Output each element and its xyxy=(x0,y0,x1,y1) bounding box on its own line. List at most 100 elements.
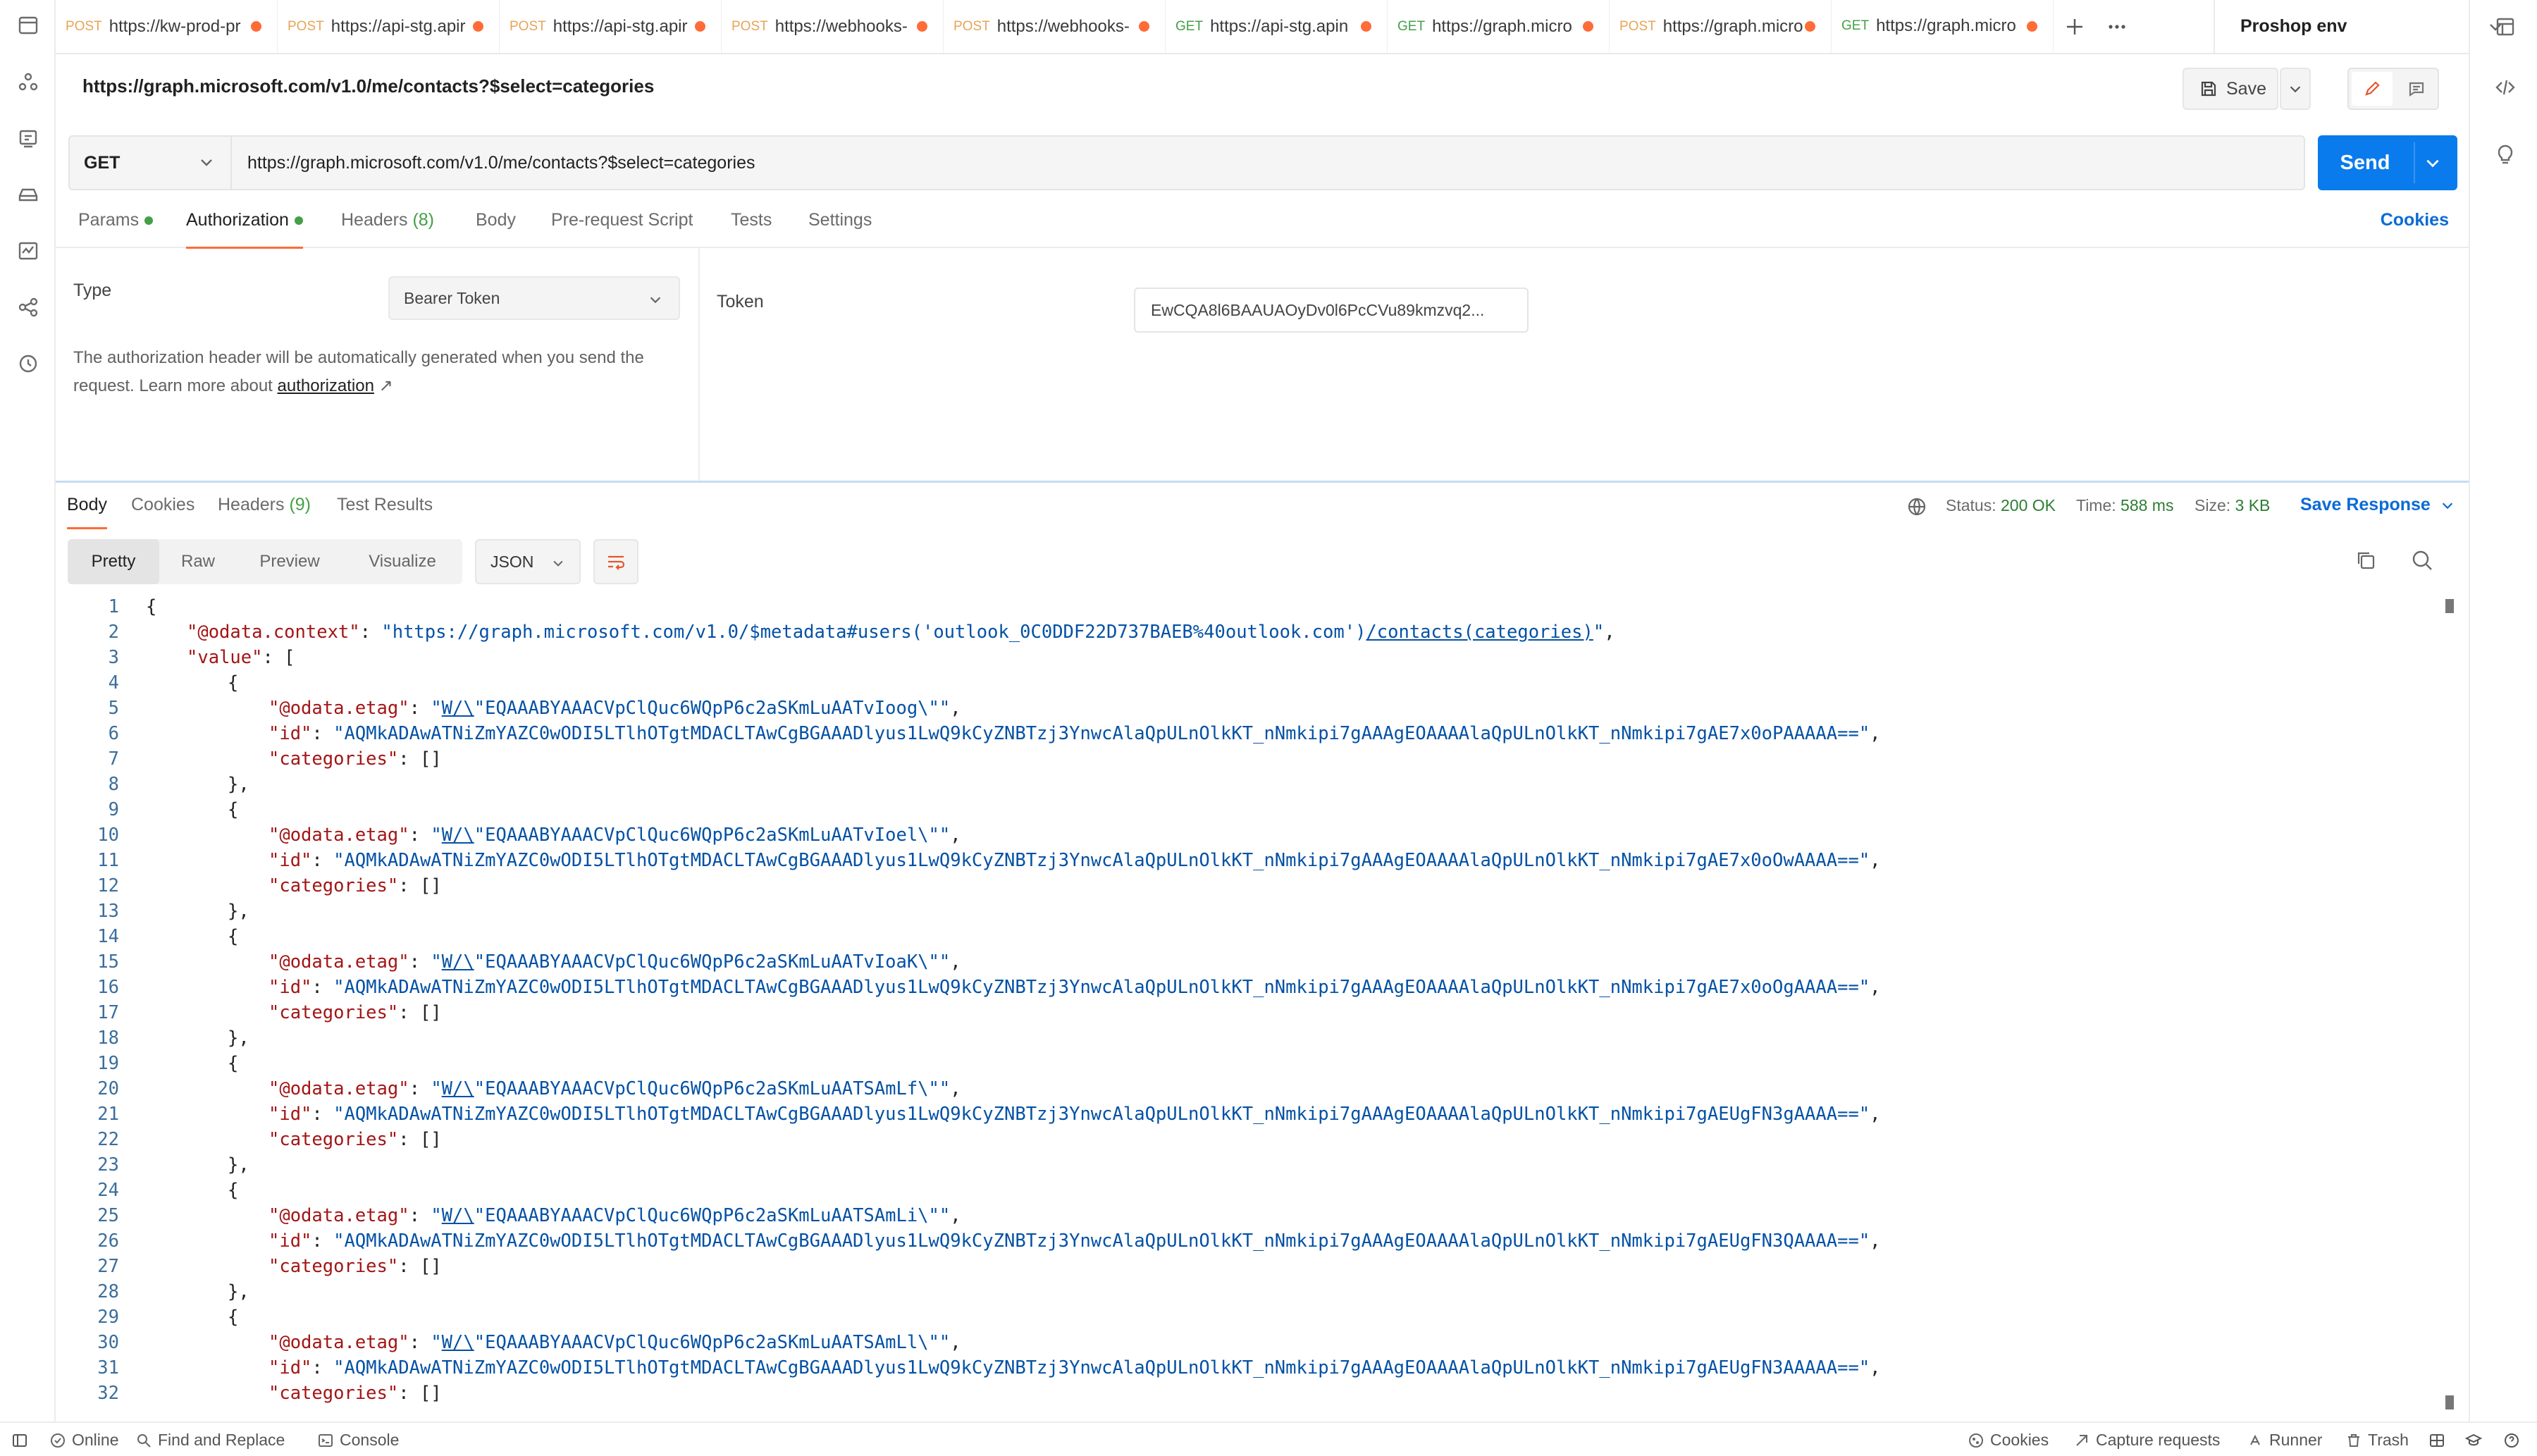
request-tab[interactable]: POST https://webhooks- xyxy=(722,0,944,53)
request-tab[interactable]: POST https://api-stg.apir xyxy=(278,0,500,53)
help-icon[interactable] xyxy=(2503,1432,2520,1449)
json-link[interactable]: W/\ xyxy=(442,698,474,719)
cookies-button[interactable]: Cookies xyxy=(1968,1431,2049,1450)
code-text: }, xyxy=(228,1028,249,1049)
tab-headers[interactable]: Headers (8) xyxy=(341,210,434,230)
auth-help-text: The authorization header will be automat… xyxy=(73,344,679,400)
format-raw[interactable]: Raw xyxy=(159,539,237,584)
search-icon[interactable] xyxy=(2410,548,2434,572)
tab-url: https://graph.micros xyxy=(1876,16,2018,35)
request-tab[interactable]: POST https://kw-prod-pr xyxy=(56,0,278,53)
code-line: 19 { xyxy=(56,1053,2452,1078)
send-button[interactable]: Send xyxy=(2318,135,2457,190)
tab-body[interactable]: Body xyxy=(476,210,516,230)
format-pretty[interactable]: Pretty xyxy=(68,539,159,584)
json-link[interactable]: W/\ xyxy=(442,951,474,973)
method-select[interactable]: GET xyxy=(70,137,232,189)
layout-toggle-icon[interactable] xyxy=(2428,1432,2445,1449)
json-punctuation: , xyxy=(1604,622,1615,643)
code-scrollbar[interactable] xyxy=(2445,596,2454,1414)
code-text: "@odata.etag": "W/\"EQAAABYAAACVpClQuc6W… xyxy=(268,1332,961,1353)
request-title[interactable]: https://graph.microsoft.com/v1.0/me/cont… xyxy=(82,75,654,97)
request-tab[interactable]: POST https://webhooks- xyxy=(944,0,1166,53)
bootcamp-icon[interactable] xyxy=(2465,1432,2482,1449)
json-key: "id" xyxy=(268,1104,312,1125)
comments-button[interactable] xyxy=(2397,72,2436,106)
save-button[interactable]: Save xyxy=(2183,68,2278,110)
tab-label: Headers xyxy=(341,210,408,230)
format-visualize[interactable]: Visualize xyxy=(342,539,462,584)
save-options-button[interactable] xyxy=(2280,68,2311,110)
json-key: "@odata.context" xyxy=(187,622,360,643)
cookies-link[interactable]: Cookies xyxy=(2381,210,2449,230)
copy-icon[interactable] xyxy=(2354,548,2378,572)
json-link[interactable]: W/\ xyxy=(442,1205,474,1226)
code-text: { xyxy=(228,1307,238,1328)
line-number: 21 xyxy=(97,1104,119,1125)
send-divider xyxy=(2414,142,2415,183)
request-tab[interactable]: GET https://api-stg.apin xyxy=(1166,0,1388,53)
save-response-button[interactable]: Save Response xyxy=(2300,495,2455,515)
request-tab-active[interactable]: GET https://graph.micros xyxy=(1832,0,2054,53)
request-tab[interactable]: GET https://graph.micros xyxy=(1388,0,1610,53)
request-tab[interactable]: POST https://graph.micro xyxy=(1610,0,1832,53)
authorization-docs-link[interactable]: authorization xyxy=(278,376,374,395)
json-punctuation: : [] xyxy=(398,875,442,896)
json-link[interactable]: W/\ xyxy=(442,1078,474,1099)
request-tab[interactable]: POST https://api-stg.apir xyxy=(500,0,722,53)
format-preview[interactable]: Preview xyxy=(237,539,342,584)
status-value[interactable]: 200 OK xyxy=(2001,496,2056,514)
token-input[interactable]: EwCQA8l6BAAUAOyDv0l6PcCVu89kmzvq2... xyxy=(1134,288,1529,333)
runner-button[interactable]: Runner xyxy=(2247,1431,2322,1450)
wrap-lines-button[interactable] xyxy=(593,539,638,584)
response-tab-body[interactable]: Body xyxy=(67,495,107,529)
url-input[interactable]: https://graph.microsoft.com/v1.0/me/cont… xyxy=(247,137,755,189)
response-body-code[interactable]: 1{2 "@odata.context": "https://graph.micr… xyxy=(56,596,2452,1414)
tab-authorization[interactable]: Authorization xyxy=(186,210,303,249)
apis-icon[interactable] xyxy=(14,68,42,96)
monitors-icon[interactable] xyxy=(14,237,42,265)
chevron-down-icon xyxy=(2288,81,2303,97)
tab-prerequest-script[interactable]: Pre-request Script xyxy=(551,210,693,230)
json-punctuation: , xyxy=(950,1205,961,1226)
tab-options-button[interactable] xyxy=(2096,0,2138,53)
chevron-down-icon[interactable] xyxy=(2424,154,2442,172)
tab-settings[interactable]: Settings xyxy=(808,210,872,230)
auth-type-select[interactable]: Bearer Token xyxy=(388,276,680,320)
trash-button[interactable]: Trash xyxy=(2345,1431,2409,1450)
console-button[interactable]: Console xyxy=(317,1431,399,1450)
environment-selector[interactable]: Proshop env xyxy=(2214,0,2524,53)
capture-requests-button[interactable]: Capture requests xyxy=(2073,1431,2220,1450)
flows-icon[interactable] xyxy=(14,293,42,321)
response-tab-cookies[interactable]: Cookies xyxy=(131,495,195,515)
new-tab-button[interactable] xyxy=(2054,0,2096,53)
code-snippet-icon[interactable] xyxy=(2491,73,2519,101)
time-value[interactable]: 588 ms xyxy=(2121,496,2173,514)
response-tab-test-results[interactable]: Test Results xyxy=(337,495,433,515)
line-number: 4 xyxy=(108,672,119,693)
lightbulb-icon[interactable] xyxy=(2491,141,2519,169)
tab-tests[interactable]: Tests xyxy=(731,210,772,230)
json-link[interactable]: /contacts(categories) xyxy=(1366,622,1593,643)
json-link[interactable]: W/\ xyxy=(442,1332,474,1353)
sidebar-toggle-icon[interactable] xyxy=(11,1432,28,1449)
edit-mode-button[interactable] xyxy=(2352,72,2393,106)
json-link[interactable]: W/\ xyxy=(442,825,474,846)
json-punctuation: : [] xyxy=(398,1383,442,1404)
collections-icon[interactable] xyxy=(14,11,42,39)
online-status[interactable]: Online xyxy=(49,1431,118,1450)
json-key: "id" xyxy=(268,723,312,744)
pane-splitter[interactable] xyxy=(56,481,2469,483)
response-tab-headers[interactable]: Headers (9) xyxy=(218,495,311,515)
language-select[interactable]: JSON xyxy=(475,539,581,584)
json-punctuation: { xyxy=(228,1307,239,1328)
environments-icon[interactable] xyxy=(14,124,42,152)
globe-icon[interactable] xyxy=(1906,496,1929,519)
tab-params[interactable]: Params xyxy=(78,210,154,230)
history-icon[interactable] xyxy=(14,350,42,378)
size-value[interactable]: 3 KB xyxy=(2235,496,2271,514)
find-replace-button[interactable]: Find and Replace xyxy=(135,1431,285,1450)
mock-servers-icon[interactable] xyxy=(14,180,42,209)
tab-method: GET xyxy=(1397,18,1426,34)
code-line: 9{ xyxy=(56,799,2452,825)
